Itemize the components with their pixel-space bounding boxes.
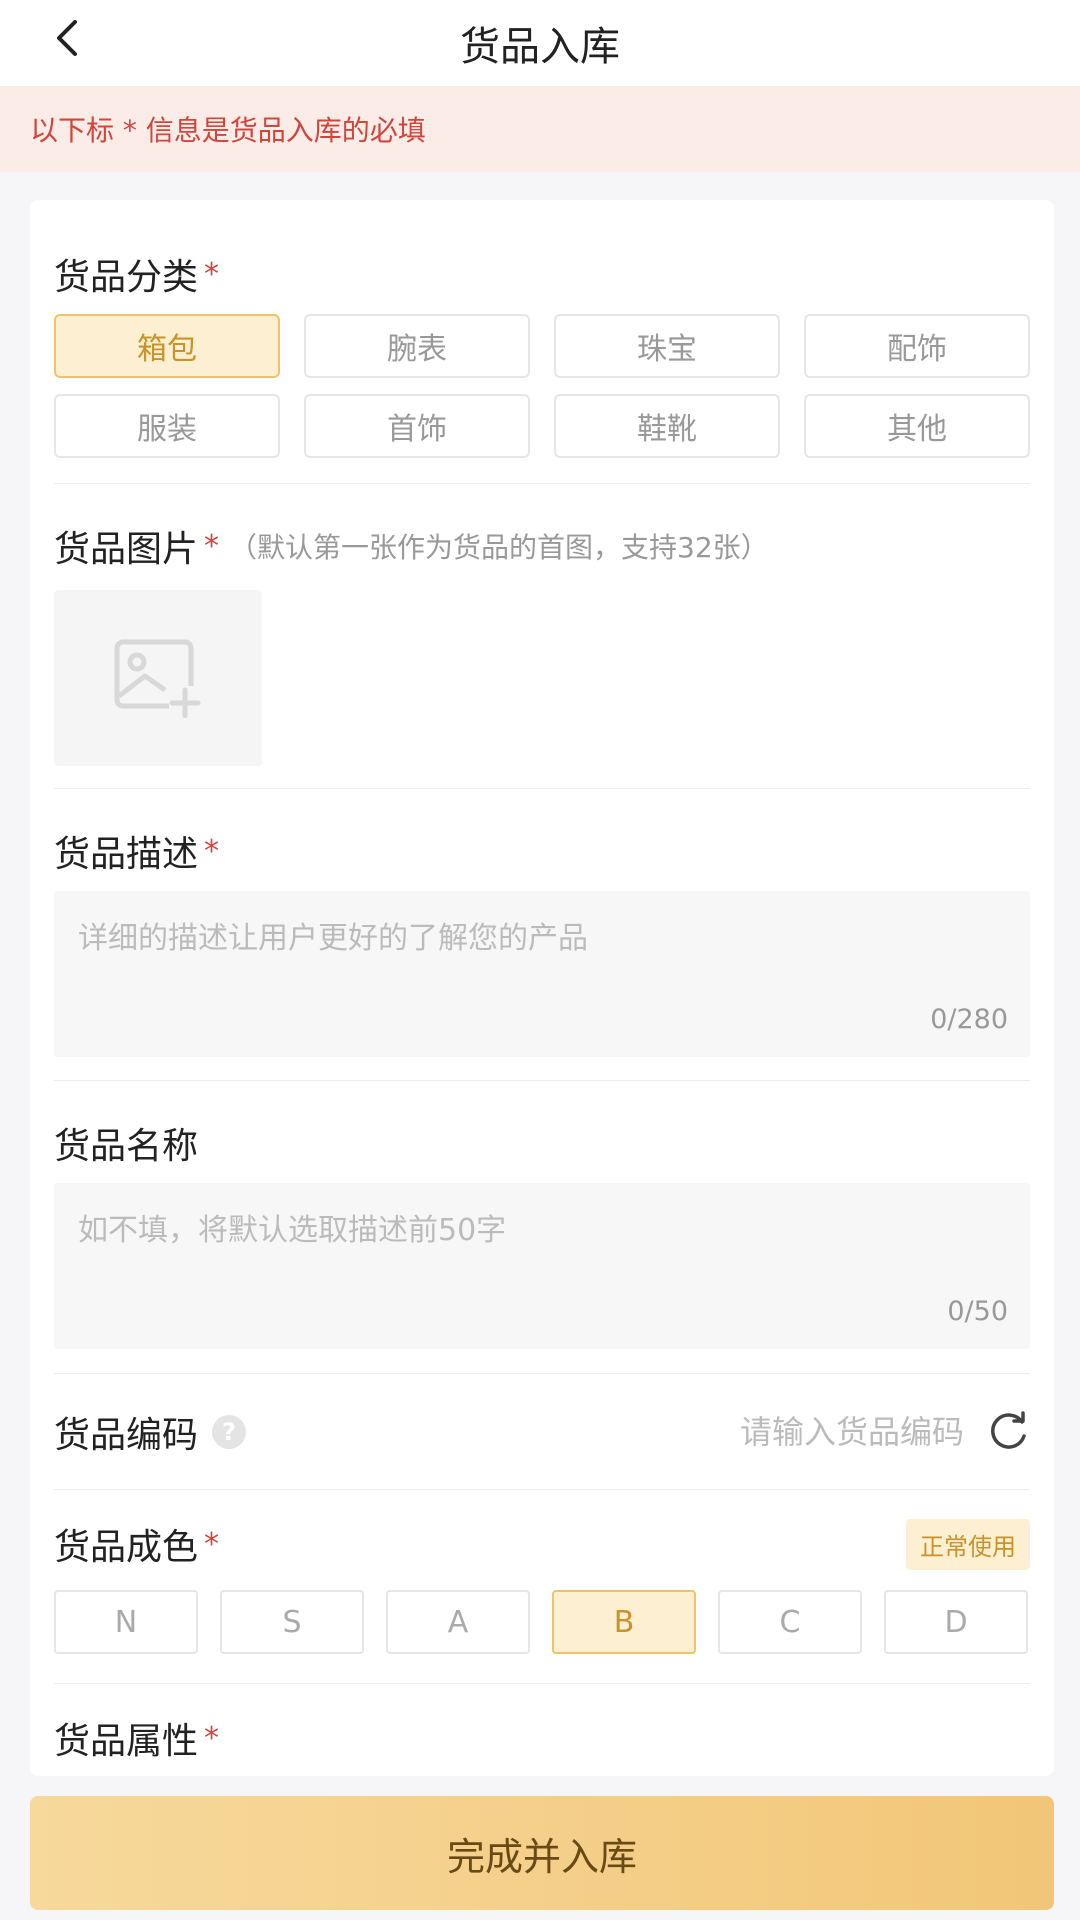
image-upload-button[interactable]: [54, 590, 262, 766]
category-option[interactable]: 鞋靴: [554, 394, 780, 458]
name-section: 货品名称 如不填，将默认选取描述前50字 0/50: [54, 1117, 1030, 1357]
divider: [54, 1489, 1030, 1490]
code-input-group: [624, 1410, 1030, 1454]
condition-grade-option[interactable]: N: [54, 1590, 198, 1654]
name-char-count: 0/50: [947, 1296, 1008, 1327]
divider: [54, 1683, 1030, 1684]
category-option[interactable]: 箱包: [54, 314, 280, 378]
code-section: 货品编码 ?: [54, 1397, 1030, 1467]
images-title: 货品图片: [54, 529, 199, 570]
form-card: 货品分类 * 箱包 腕表 珠宝 配饰服装 首饰 鞋靴 其他 货品图片 * （默认第一张作为货…: [30, 200, 1054, 1776]
required-mark: *: [204, 1720, 220, 1756]
condition-grades: NSABCD: [54, 1590, 1030, 1654]
category-option[interactable]: 首饰: [304, 394, 530, 458]
name-input[interactable]: 如不填，将默认选取描述前50字 0/50: [54, 1183, 1030, 1349]
images-title-row: 货品图片 * （默认第一张作为货品的首图，支持32张）: [54, 520, 1030, 572]
divider: [54, 1080, 1030, 1081]
code-input[interactable]: [624, 1413, 964, 1451]
top-bar: 货品入库: [0, 0, 1080, 86]
description-title: 货品描述: [54, 834, 199, 875]
images-section: 货品图片 * （默认第一张作为货品的首图，支持32张）: [54, 520, 1030, 780]
category-title-row: 货品分类 *: [54, 248, 1030, 300]
condition-grade-option[interactable]: S: [220, 1590, 364, 1654]
condition-head: 货品成色 * 正常使用: [54, 1518, 1030, 1570]
divider: [54, 1373, 1030, 1374]
condition-grade-option[interactable]: D: [884, 1590, 1028, 1654]
condition-grade-option[interactable]: B: [552, 1590, 696, 1654]
description-placeholder: 详细的描述让用户更好的了解您的产品: [78, 921, 588, 956]
submit-button[interactable]: 完成并入库: [30, 1796, 1054, 1910]
description-char-count: 0/280: [930, 1004, 1008, 1035]
required-notice: 以下标 * 信息是货品入库的必填: [0, 86, 1080, 172]
question-icon[interactable]: ?: [212, 1415, 247, 1449]
chevron-left-icon: [57, 20, 77, 56]
condition-section: 货品成色 * 正常使用 NSABCD: [54, 1518, 1030, 1668]
name-placeholder: 如不填，将默认选取描述前50字: [78, 1213, 507, 1248]
back-button[interactable]: [40, 10, 96, 66]
attributes-title-row: 货品属性 *: [54, 1712, 1030, 1764]
attributes-title: 货品属性: [54, 1721, 199, 1762]
required-mark: *: [204, 833, 220, 869]
name-title: 货品名称: [54, 1126, 199, 1167]
required-mark: *: [204, 528, 220, 564]
category-option[interactable]: 配饰: [804, 314, 1030, 378]
category-title: 货品分类: [54, 257, 199, 298]
description-title-row: 货品描述 *: [54, 825, 1030, 877]
category-option[interactable]: 服装: [54, 394, 280, 458]
code-title-row: 货品编码 ?: [54, 1406, 247, 1458]
description-input[interactable]: 详细的描述让用户更好的了解您的产品 0/280: [54, 891, 1030, 1057]
name-title-row: 货品名称: [54, 1117, 1030, 1169]
attributes-section: 货品属性 *: [54, 1712, 1030, 1772]
description-section: 货品描述 * 详细的描述让用户更好的了解您的产品 0/280: [54, 825, 1030, 1065]
images-hint: （默认第一张作为货品的首图，支持32张）: [229, 531, 769, 564]
category-option[interactable]: 珠宝: [554, 314, 780, 378]
category-section: 货品分类 * 箱包 腕表 珠宝 配饰服装 首饰 鞋靴 其他: [54, 248, 1030, 458]
required-mark: *: [204, 256, 220, 292]
divider: [54, 483, 1030, 484]
divider: [54, 788, 1030, 789]
image-add-icon: [114, 639, 203, 718]
category-option[interactable]: 其他: [804, 394, 1030, 458]
condition-grade-option[interactable]: A: [386, 1590, 530, 1654]
refresh-icon[interactable]: [986, 1410, 1030, 1454]
condition-title-row: 货品成色 *: [54, 1518, 219, 1570]
condition-title: 货品成色: [54, 1527, 199, 1568]
code-row: 货品编码 ?: [54, 1397, 1030, 1467]
category-option[interactable]: 腕表: [304, 314, 530, 378]
category-options: 箱包 腕表 珠宝 配饰服装 首饰 鞋靴 其他: [54, 314, 1030, 458]
page-title: 货品入库: [460, 24, 620, 70]
code-title: 货品编码: [54, 1415, 199, 1456]
condition-grade-option[interactable]: C: [718, 1590, 862, 1654]
required-mark: *: [204, 1526, 220, 1562]
condition-badge: 正常使用: [906, 1518, 1030, 1570]
